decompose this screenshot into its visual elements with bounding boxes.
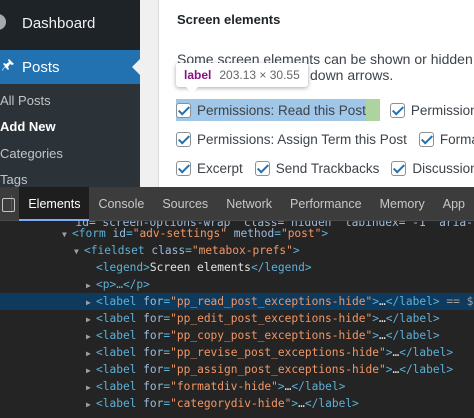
- p-node-text: <p>…</p>: [96, 278, 150, 291]
- sidebar-item-dashboard[interactable]: Dashboard: [0, 0, 140, 46]
- dom-tree: " id="screen-options-wrap" class="hidden…: [0, 221, 474, 418]
- checkbox-row-3: Excerpt Send Trackbacks Discussion: [176, 157, 474, 179]
- devtools-tabbar: Elements Console Sources Network Perform…: [0, 186, 474, 221]
- tab-network[interactable]: Network: [217, 187, 281, 221]
- tooltip-arrow: [186, 87, 198, 93]
- collapsed-triangle-icon[interactable]: ▶: [86, 294, 96, 311]
- checkbox-row-2: Permissions: Assign Term this Post Forma…: [176, 128, 474, 150]
- dom-node-fieldset[interactable]: ▼ <fieldset class="metabox-prefs">: [0, 242, 474, 259]
- submenu-categories[interactable]: Categories: [0, 141, 63, 167]
- dashboard-icon: [0, 14, 6, 30]
- checkbox-label: Permissions: Read this Post: [197, 102, 366, 118]
- tooltip-dimensions: 203.13 × 30.55: [219, 68, 300, 82]
- selected-node-marker: == $0: [446, 295, 474, 308]
- tab-application[interactable]: App: [434, 187, 474, 221]
- dom-node-form[interactable]: ▼ <form id="adv-settings" method="post">: [0, 225, 474, 242]
- dom-node-label[interactable]: ▶ <label for="pp_copy_post_exceptions-hid…: [0, 327, 474, 344]
- collapsed-triangle-icon[interactable]: ▶: [86, 396, 96, 413]
- checkbox-checked-icon[interactable]: [254, 160, 270, 176]
- checkbox-checked-icon[interactable]: [176, 160, 191, 176]
- dom-node-label[interactable]: ▶ <label for="formatdiv-hide">…</label>: [0, 378, 474, 395]
- checkbox-checked-icon[interactable]: [389, 102, 405, 118]
- screen-elements-description-tail: down arrows.: [310, 67, 394, 83]
- dom-node-label-selected[interactable]: ▶ <label for="pp_read_post_exceptions-hid…: [0, 293, 474, 310]
- checkbox-row-1: Permissions: Read this Post Permissions:…: [176, 99, 474, 121]
- highlight-padding: [365, 99, 380, 121]
- checkbox-assign-term[interactable]: Permissions: Assign Term this Post: [176, 128, 407, 150]
- checkbox-label: Format: [439, 131, 474, 147]
- collapsed-triangle-icon[interactable]: ▶: [86, 277, 96, 294]
- wp-admin-area: Dashboard Posts All Posts Add New Catego…: [0, 0, 474, 187]
- dom-node-label[interactable]: ▶ <label for="pp_revise_post_exceptions-h…: [0, 344, 474, 361]
- checkbox-checked-icon[interactable]: [176, 102, 191, 118]
- sidebar-item-dashboard-label: Dashboard: [22, 14, 96, 32]
- pushpin-icon: [2, 59, 14, 71]
- sidebar-item-posts[interactable]: Posts: [0, 50, 140, 84]
- submenu-tags[interactable]: Tags: [0, 167, 27, 187]
- collapsed-triangle-icon[interactable]: ▶: [86, 311, 96, 328]
- screen-elements-heading: Screen elements: [177, 12, 281, 27]
- label-for-value: pp_copy_post_exceptions-hide: [176, 329, 366, 342]
- label-for-value: categorydiv-hide: [176, 397, 285, 410]
- checkbox-label: Permissions: Assign Term this Post: [197, 131, 407, 147]
- tab-performance[interactable]: Performance: [281, 187, 371, 221]
- checkbox-label: Permissions: Ed: [410, 102, 474, 118]
- dom-node-legend[interactable]: <legend>Screen elements</legend>: [0, 259, 474, 276]
- tooltip-tag-name: label: [184, 68, 212, 82]
- checkbox-label: Discussion: [412, 160, 474, 176]
- label-for-value: pp_assign_post_exceptions-hide: [176, 363, 379, 376]
- checkbox-edit-post[interactable]: Permissions: Ed: [389, 99, 474, 121]
- label-for-value: pp_read_post_exceptions-hide: [176, 295, 366, 308]
- form-method-value: post: [287, 227, 315, 240]
- collapsed-triangle-icon[interactable]: ▶: [86, 345, 96, 362]
- dom-node-p[interactable]: ▶ <p>…</p>: [0, 276, 474, 293]
- active-menu-arrow: [132, 59, 140, 75]
- devtools-panel: Elements Console Sources Network Perform…: [0, 186, 474, 418]
- collapsed-triangle-icon[interactable]: ▶: [86, 362, 96, 379]
- checkbox-checked-icon[interactable]: [391, 160, 407, 176]
- form-id-value: adv-settings: [139, 227, 221, 240]
- dom-node-label[interactable]: ▶ <label for="categorydiv-hide">…</label>: [0, 395, 474, 412]
- checkbox-checked-icon[interactable]: [418, 131, 434, 147]
- admin-sidebar: Dashboard Posts All Posts Add New Catego…: [0, 0, 140, 187]
- sidebar-item-posts-label: Posts: [22, 58, 60, 76]
- submenu-add-new[interactable]: Add New: [0, 114, 56, 140]
- fieldset-class-value: metabox-prefs: [198, 244, 287, 257]
- inspect-tooltip: label 203.13 × 30.55: [176, 63, 308, 87]
- checkbox-checked-icon[interactable]: [176, 131, 191, 147]
- expanded-triangle-icon[interactable]: ▼: [74, 243, 84, 260]
- collapsed-triangle-icon[interactable]: ▶: [86, 379, 96, 396]
- dom-node-label[interactable]: ▶ <label for="pp_edit_post_exceptions-hid…: [0, 310, 474, 327]
- tab-sources[interactable]: Sources: [153, 187, 217, 221]
- label-for-value: pp_edit_post_exceptions-hide: [176, 312, 366, 325]
- tab-console[interactable]: Console: [89, 187, 153, 221]
- fieldset-tag-name: fieldset: [90, 244, 145, 257]
- form-tag-name: form: [78, 227, 106, 240]
- label-for-value: formatdiv-hide: [176, 380, 272, 393]
- legend-text: Screen elements: [149, 261, 251, 274]
- device-toggle-icon[interactable]: [0, 187, 16, 221]
- posts-submenu: All Posts Add New Categories Tags: [0, 84, 140, 187]
- tab-elements[interactable]: Elements: [19, 186, 90, 221]
- checkbox-excerpt[interactable]: Excerpt: [176, 157, 243, 179]
- collapsed-triangle-icon[interactable]: ▶: [86, 328, 96, 345]
- label-for-value: pp_revise_post_exceptions-hide: [176, 346, 379, 359]
- checkbox-discussion[interactable]: Discussion: [391, 157, 474, 179]
- checkbox-send-trackbacks[interactable]: Send Trackbacks: [254, 157, 380, 179]
- expanded-triangle-icon[interactable]: ▼: [62, 226, 72, 243]
- checkbox-format[interactable]: Format: [418, 128, 474, 150]
- submenu-all-posts[interactable]: All Posts: [0, 88, 51, 114]
- checkbox-label: Send Trackbacks: [275, 160, 380, 176]
- checkbox-label: Excerpt: [197, 160, 243, 176]
- tab-memory[interactable]: Memory: [371, 187, 434, 221]
- checkbox-read-post[interactable]: Permissions: Read this Post: [176, 99, 380, 121]
- dom-node-label[interactable]: ▶ <label for="pp_assign_post_exceptions-h…: [0, 361, 474, 378]
